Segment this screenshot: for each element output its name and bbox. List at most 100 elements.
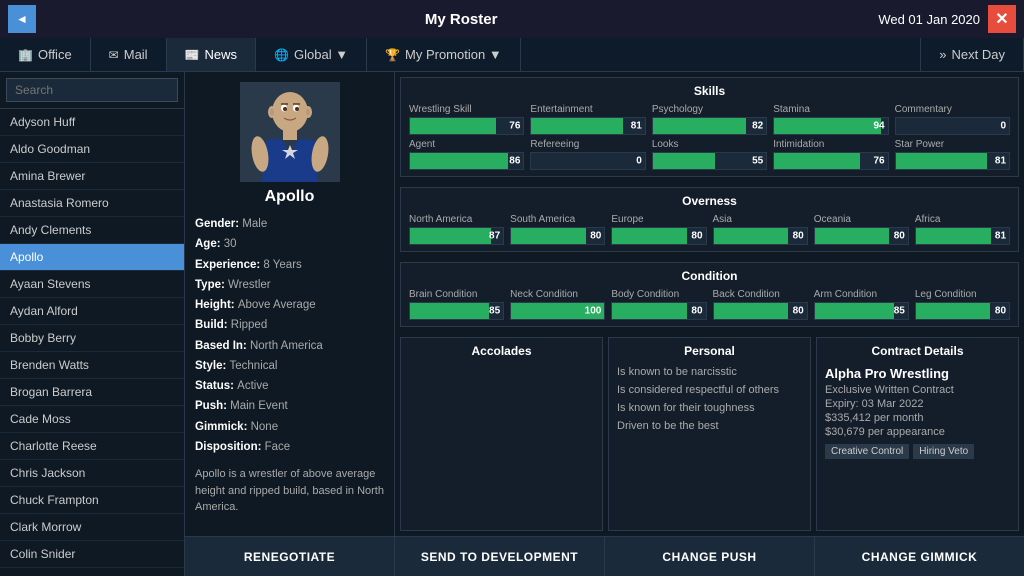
condition-title: Condition — [409, 269, 1010, 283]
profile-type: Type: Wrestler — [195, 277, 384, 294]
profile-gender: Gender: Male — [195, 216, 384, 233]
skill-item: Looks 55 — [652, 139, 767, 170]
contract-badge: Hiring Veto — [913, 444, 974, 459]
personal-items: Is known to be narcisstic Is considered r… — [617, 366, 802, 432]
nav-office[interactable]: 🏢 Office — [0, 38, 91, 71]
contract-monthly: $335,412 per month — [825, 412, 1010, 424]
news-icon: 📰 — [185, 48, 200, 62]
roster-item[interactable]: Adyson Huff — [0, 109, 184, 136]
skills-section: Skills Wrestling Skill 76 Entertainment … — [400, 77, 1019, 177]
close-button[interactable]: ✕ — [988, 5, 1016, 33]
condition-item: Leg Condition 80 — [915, 289, 1010, 320]
profile-age: Age: 30 — [195, 236, 384, 253]
roster-item[interactable]: Anastasia Romero — [0, 190, 184, 217]
title-bar: ◄ My Roster Wed 01 Jan 2020 ✕ — [0, 0, 1024, 38]
roster-item[interactable]: Clark Morrow — [0, 514, 184, 541]
roster-item[interactable]: Colin Snider — [0, 541, 184, 568]
back-button[interactable]: ◄ — [8, 5, 36, 33]
condition-row: Brain Condition 85 Neck Condition 100 Bo… — [409, 289, 1010, 320]
roster-item[interactable]: Cora Vang — [0, 568, 184, 576]
personal-panel: Personal Is known to be narcissticIs con… — [608, 337, 811, 531]
roster-item[interactable]: Cade Moss — [0, 406, 184, 433]
wrestler-avatar — [240, 82, 340, 182]
wrestler-name: Apollo — [195, 188, 384, 206]
office-icon: 🏢 — [18, 48, 33, 62]
renegotiate-button[interactable]: RENEGOTIATE — [185, 537, 395, 576]
skill-item: Commentary 0 — [895, 104, 1010, 135]
skills-row2: Agent 86 Refereeing 0 Looks 55 Intimidat… — [409, 139, 1010, 170]
nav-global[interactable]: 🌐 Global ▼ — [256, 38, 367, 71]
skills-title: Skills — [409, 84, 1010, 98]
skill-item: Intimidation 76 — [773, 139, 888, 170]
profile-style: Style: Technical — [195, 358, 384, 375]
page-title: My Roster — [44, 11, 878, 28]
personal-item: Driven to be the best — [617, 420, 802, 432]
profile-experience: Experience: 8 Years — [195, 257, 384, 274]
roster-item[interactable]: Charlotte Reese — [0, 433, 184, 460]
nav-news[interactable]: 📰 News — [167, 38, 256, 71]
wrestler-panel: Apollo Gender: Male Age: 30 Experience: … — [185, 72, 1024, 536]
contract-panel: Contract Details Alpha Pro Wrestling Exc… — [816, 337, 1019, 531]
roster-item[interactable]: Chris Jackson — [0, 460, 184, 487]
nav-bar: 🏢 Office ✉ Mail 📰 News 🌐 Global ▼ 🏆 My P… — [0, 38, 1024, 72]
search-input[interactable] — [6, 78, 178, 102]
profile-left: Apollo Gender: Male Age: 30 Experience: … — [185, 72, 395, 536]
roster-item[interactable]: Amina Brewer — [0, 163, 184, 190]
condition-item: Neck Condition 100 — [510, 289, 605, 320]
roster-item[interactable]: Andy Clements — [0, 217, 184, 244]
skill-item: Agent 86 — [409, 139, 524, 170]
overness-item: South America 80 — [510, 214, 605, 245]
profile-disposition: Disposition: Face — [195, 439, 384, 456]
roster-item[interactable]: Brogan Barrera — [0, 379, 184, 406]
personal-item: Is known to be narcisstic — [617, 366, 802, 378]
skills-row1: Wrestling Skill 76 Entertainment 81 Psyc… — [409, 104, 1010, 135]
profile-build: Build: Ripped — [195, 317, 384, 334]
send-to-dev-button[interactable]: SEND TO DEVELOPMENT — [395, 537, 605, 576]
nav-mypromotion[interactable]: 🏆 My Promotion ▼ — [367, 38, 521, 71]
condition-section: Condition Brain Condition 85 Neck Condit… — [400, 262, 1019, 327]
overness-item: Africa 81 — [915, 214, 1010, 245]
roster-item[interactable]: Ayaan Stevens — [0, 271, 184, 298]
roster-list: Adyson HuffAldo GoodmanAmina BrewerAnast… — [0, 109, 184, 576]
contract-expiry: Expiry: 03 Mar 2022 — [825, 398, 1010, 410]
profile-gimmick: Gimmick: None — [195, 419, 384, 436]
lower-panels: Accolades Personal Is known to be narcis… — [400, 337, 1019, 531]
contract-appearance: $30,679 per appearance — [825, 426, 1010, 438]
search-box — [0, 72, 184, 109]
contract-company: Alpha Pro Wrestling — [825, 366, 1010, 381]
accolades-title: Accolades — [409, 344, 594, 358]
roster-item[interactable]: Chuck Frampton — [0, 487, 184, 514]
roster-item[interactable]: Brenden Watts — [0, 352, 184, 379]
nav-nextday[interactable]: » Next Day — [920, 38, 1024, 71]
nav-mail[interactable]: ✉ Mail — [91, 38, 167, 71]
global-icon: 🌐 — [274, 48, 289, 62]
content-area: Apollo Gender: Male Age: 30 Experience: … — [185, 72, 1024, 576]
stats-area: Skills Wrestling Skill 76 Entertainment … — [395, 72, 1024, 536]
change-gimmick-button[interactable]: CHANGE GIMMICK — [815, 537, 1024, 576]
roster-item[interactable]: Aydan Alford — [0, 298, 184, 325]
overness-section: Overness North America 87 South America … — [400, 187, 1019, 252]
change-push-button[interactable]: CHANGE PUSH — [605, 537, 815, 576]
skill-item: Entertainment 81 — [530, 104, 645, 135]
roster-item[interactable]: Bobby Berry — [0, 325, 184, 352]
sidebar: Adyson HuffAldo GoodmanAmina BrewerAnast… — [0, 72, 185, 576]
contract-title: Contract Details — [825, 344, 1010, 358]
personal-item: Is known for their toughness — [617, 402, 802, 414]
profile-height: Height: Above Average — [195, 297, 384, 314]
accolades-panel: Accolades — [400, 337, 603, 531]
contract-badge: Creative Control — [825, 444, 909, 459]
mail-icon: ✉ — [109, 48, 119, 62]
personal-item: Is considered respectful of others — [617, 384, 802, 396]
profile-description: Apollo is a wrestler of above average he… — [195, 466, 384, 516]
skill-item: Wrestling Skill 76 — [409, 104, 524, 135]
roster-item[interactable]: Apollo — [0, 244, 184, 271]
skill-item: Refereeing 0 — [530, 139, 645, 170]
overness-item: Oceania 80 — [814, 214, 909, 245]
profile-status: Status: Active — [195, 378, 384, 395]
contract-badges: Creative Control Hiring Veto — [825, 438, 1010, 459]
skill-item: Stamina 94 — [773, 104, 888, 135]
roster-item[interactable]: Aldo Goodman — [0, 136, 184, 163]
bottom-buttons: RENEGOTIATE SEND TO DEVELOPMENT CHANGE P… — [185, 536, 1024, 576]
overness-item: North America 87 — [409, 214, 504, 245]
skill-item: Star Power 81 — [895, 139, 1010, 170]
